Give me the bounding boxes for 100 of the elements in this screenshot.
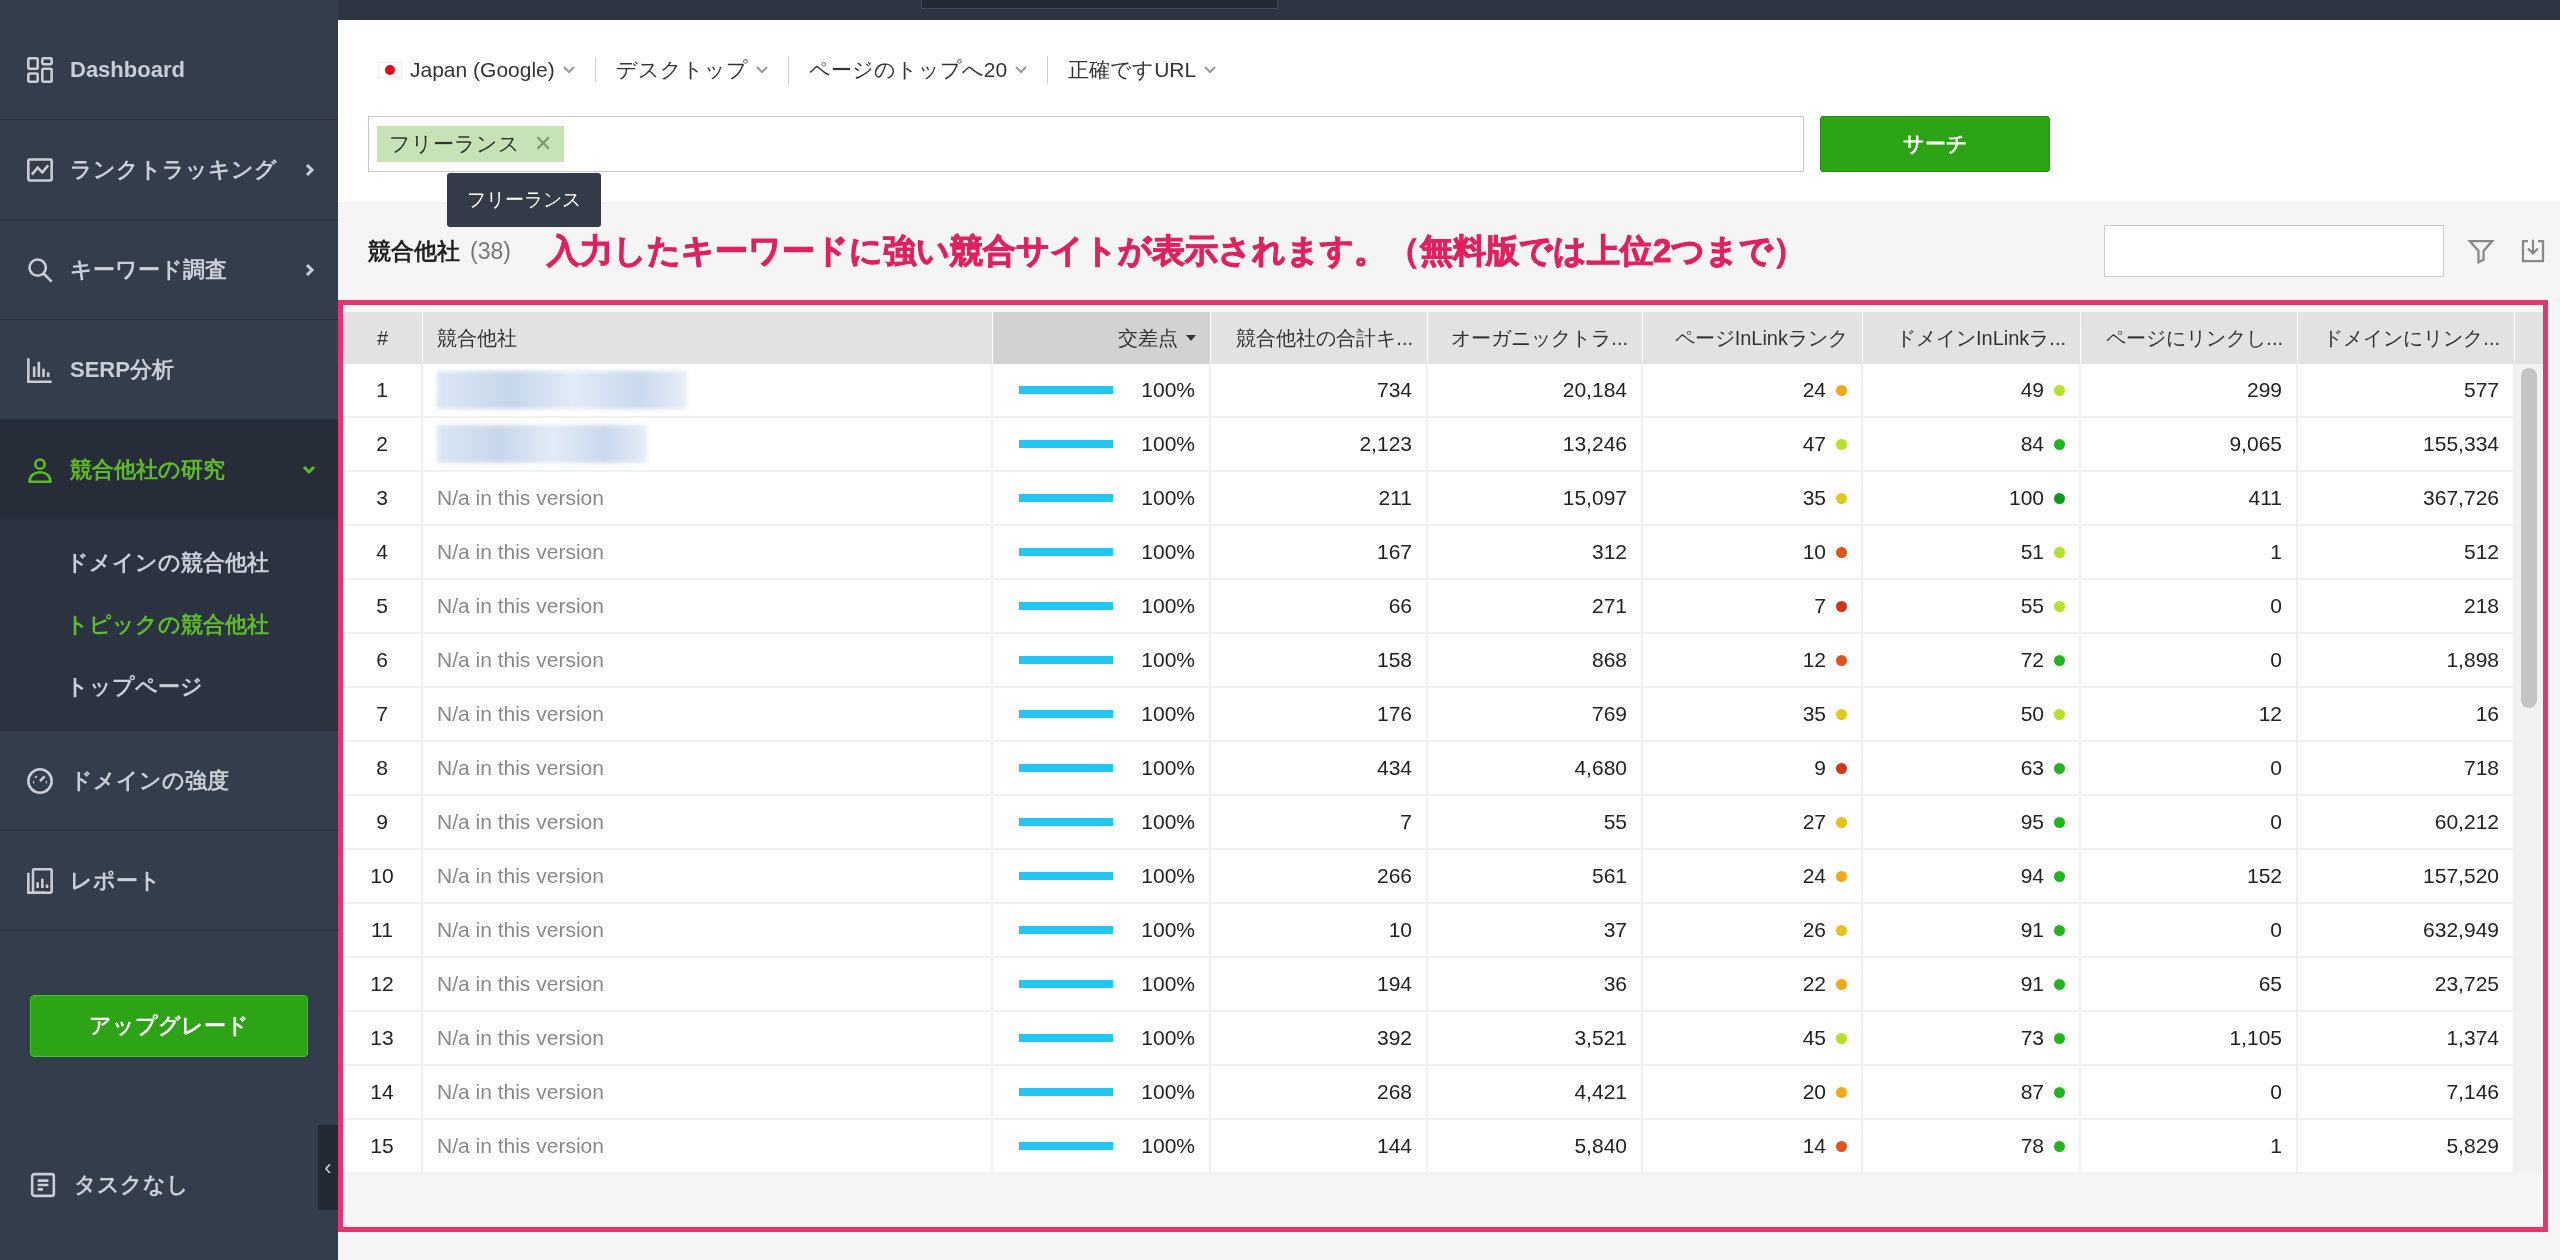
intersection-value: 100%: [1141, 594, 1195, 618]
table-cell: 16: [2298, 688, 2515, 742]
table-cell: 55: [1428, 796, 1643, 850]
table-cell: 194: [1211, 958, 1428, 1012]
table-cell: 718: [2298, 742, 2515, 796]
rank-value: 27: [1802, 810, 1826, 834]
competitor-cell: N/a in this version: [423, 472, 993, 526]
table-cell: 0: [2081, 1066, 2298, 1120]
table-cell: 36: [1428, 958, 1643, 1012]
table-cell: 0: [2081, 742, 2298, 796]
column-header[interactable]: 競合他社の合計キ...: [1211, 312, 1428, 364]
column-header[interactable]: ページにリンクし...: [2081, 312, 2298, 364]
rank-cell: 7: [343, 688, 423, 742]
table-cell: 13,246: [1428, 418, 1643, 472]
table-cell: 7,146: [2298, 1066, 2515, 1120]
column-header[interactable]: オーガニックトラ...: [1428, 312, 1643, 364]
chevron-down-icon: [562, 66, 575, 74]
table-cell: 1,898: [2298, 634, 2515, 688]
competitor-cell: N/a in this version: [423, 1012, 993, 1066]
chevron-down-icon: [755, 66, 768, 74]
submenu-item[interactable]: トピックの競合他社: [0, 594, 338, 656]
competitor-cell: N/a in this version: [423, 580, 993, 634]
table-cell: 3,521: [1428, 1012, 1643, 1066]
rank-value: 12: [1802, 648, 1826, 672]
sidebar-item-label: ランクトラッキング: [70, 155, 278, 184]
rank-value: 84: [2020, 432, 2044, 456]
rank-value: 91: [2020, 918, 2044, 942]
table-cell: 155,334: [2298, 418, 2515, 472]
table-cell: 0: [2081, 796, 2298, 850]
table-cell: 144: [1211, 1120, 1428, 1174]
table-cell: 66: [1211, 580, 1428, 634]
competitor-cell: N/a in this version: [423, 688, 993, 742]
filter-dropdown[interactable]: ページのトップへ20: [788, 56, 1049, 84]
rank-value: 51: [2020, 540, 2044, 564]
competitor-cell: N/a in this version: [423, 526, 993, 580]
intersection-value: 100%: [1141, 702, 1195, 726]
collapse-button[interactable]: ‹: [318, 1125, 338, 1210]
table-cell: 9,065: [2081, 418, 2298, 472]
table-cell: 157,520: [2298, 850, 2515, 904]
intersection-value: 100%: [1141, 648, 1195, 672]
column-header[interactable]: 交差点: [993, 312, 1211, 364]
competitor-cell: N/a in this version: [423, 796, 993, 850]
task-list-icon: [30, 1172, 56, 1198]
filter-dropdown[interactable]: デスクトップ: [595, 56, 789, 84]
table-cell: 60,212: [2298, 796, 2515, 850]
dashboard-icon: [26, 55, 54, 84]
table-cell: 7: [1211, 796, 1428, 850]
rank-value: 63: [2020, 756, 2044, 780]
table-cell: 632,949: [2298, 904, 2515, 958]
rank-value: 95: [2020, 810, 2044, 834]
column-header[interactable]: 競合他社: [423, 312, 993, 364]
table-cell: 1: [2081, 526, 2298, 580]
table-cell: 158: [1211, 634, 1428, 688]
column-header[interactable]: #: [343, 312, 423, 364]
table-cell: 65: [2081, 958, 2298, 1012]
submenu-item[interactable]: ドメインの競合他社: [0, 532, 338, 594]
chart-icon: [26, 155, 54, 184]
table-cell: 5,829: [2298, 1120, 2515, 1174]
filter-dropdown[interactable]: Japan (Google): [368, 58, 596, 82]
table-cell: 561: [1428, 850, 1643, 904]
intersection-value: 100%: [1141, 540, 1195, 564]
intersection-value: 100%: [1141, 972, 1195, 996]
rank-cell: 4: [343, 526, 423, 580]
rank-cell: 3: [343, 472, 423, 526]
person-icon: [26, 455, 54, 484]
filter-dropdown[interactable]: 正確ですURL: [1048, 56, 1237, 84]
rank-value: 49: [2020, 378, 2044, 402]
intersection-value: 100%: [1141, 756, 1195, 780]
rank-cell: 1: [343, 364, 423, 418]
search-icon: [26, 255, 54, 284]
column-header[interactable]: ページInLinkランク: [1643, 312, 1863, 364]
table-cell: 23,725: [2298, 958, 2515, 1012]
column-header[interactable]: ドメインにリンク...: [2298, 312, 2515, 364]
sidebar-item-label: 競合他社の研究: [70, 455, 226, 484]
search-field[interactable]: [2104, 225, 2444, 277]
sidebar-item[interactable]: 競合他社の研究: [0, 420, 338, 520]
sidebar-item-label: レポート: [70, 866, 162, 895]
table-cell: 0: [2081, 580, 2298, 634]
rank-value: 22: [1802, 972, 1826, 996]
table-cell: 1,105: [2081, 1012, 2298, 1066]
table-cell: 434: [1211, 742, 1428, 796]
table-cell: 266: [1211, 850, 1428, 904]
table-cell: 271: [1428, 580, 1643, 634]
tag-label: フリーランス: [389, 131, 520, 157]
rank-cell: 2: [343, 418, 423, 472]
sort-caret-icon: [1186, 335, 1196, 341]
intersection-value: 100%: [1141, 864, 1195, 888]
submenu-item[interactable]: トップページ: [0, 656, 338, 718]
column-header[interactable]: ドメインInLinkラ...: [1863, 312, 2081, 364]
table-cell: 769: [1428, 688, 1643, 742]
intersection-value: 100%: [1141, 810, 1195, 834]
rank-value: 20: [1802, 1080, 1826, 1104]
rank-value: 26: [1802, 918, 1826, 942]
rank-value: 35: [1802, 486, 1826, 510]
competitor-cell: N/a in this version: [423, 850, 993, 904]
rank-value: 91: [2020, 972, 2044, 996]
rank-value: 87: [2020, 1080, 2044, 1104]
table-cell: 268: [1211, 1066, 1428, 1120]
rank-value: 55: [2020, 594, 2044, 618]
bar-chart-icon: [26, 355, 54, 384]
